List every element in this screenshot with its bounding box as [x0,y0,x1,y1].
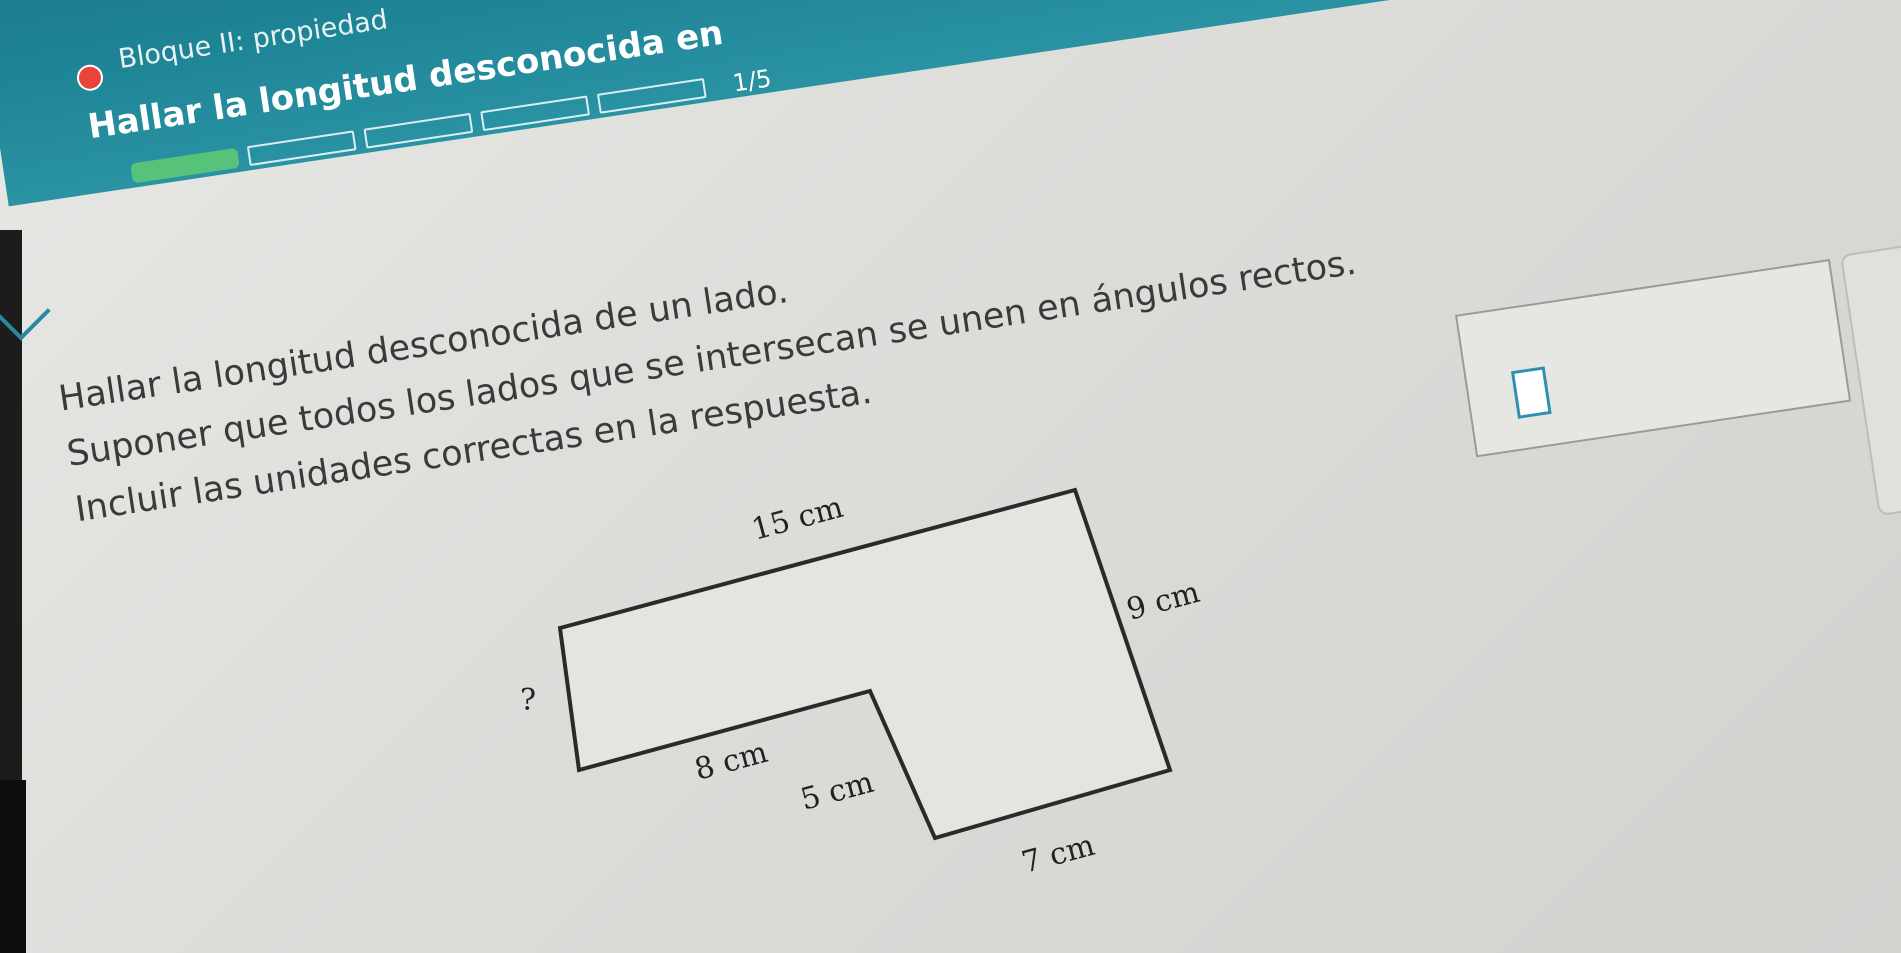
answer-panel [1455,258,1852,458]
label-top-length: 15 cm [748,490,847,548]
screen-bezel-bottom [0,780,26,953]
label-inner-vertical: 5 cm [797,765,877,818]
label-inner-horizontal: 8 cm [691,735,771,788]
side-panel[interactable] [1840,242,1901,517]
shape-diagram: 15 cm 9 cm ? 8 cm 5 cm 7 cm [520,487,1203,881]
progress-count: 1/5 [730,64,774,98]
answer-input[interactable] [1510,366,1552,419]
label-unknown-side: ? [520,683,536,718]
label-bottom-length: 7 cm [1018,828,1098,881]
label-right-length: 9 cm [1123,575,1203,628]
screen: Bloque II: propiedad Hallar la longitud … [0,0,1901,953]
figure: 15 cm 9 cm ? 8 cm 5 cm 7 cm [480,480,1240,881]
